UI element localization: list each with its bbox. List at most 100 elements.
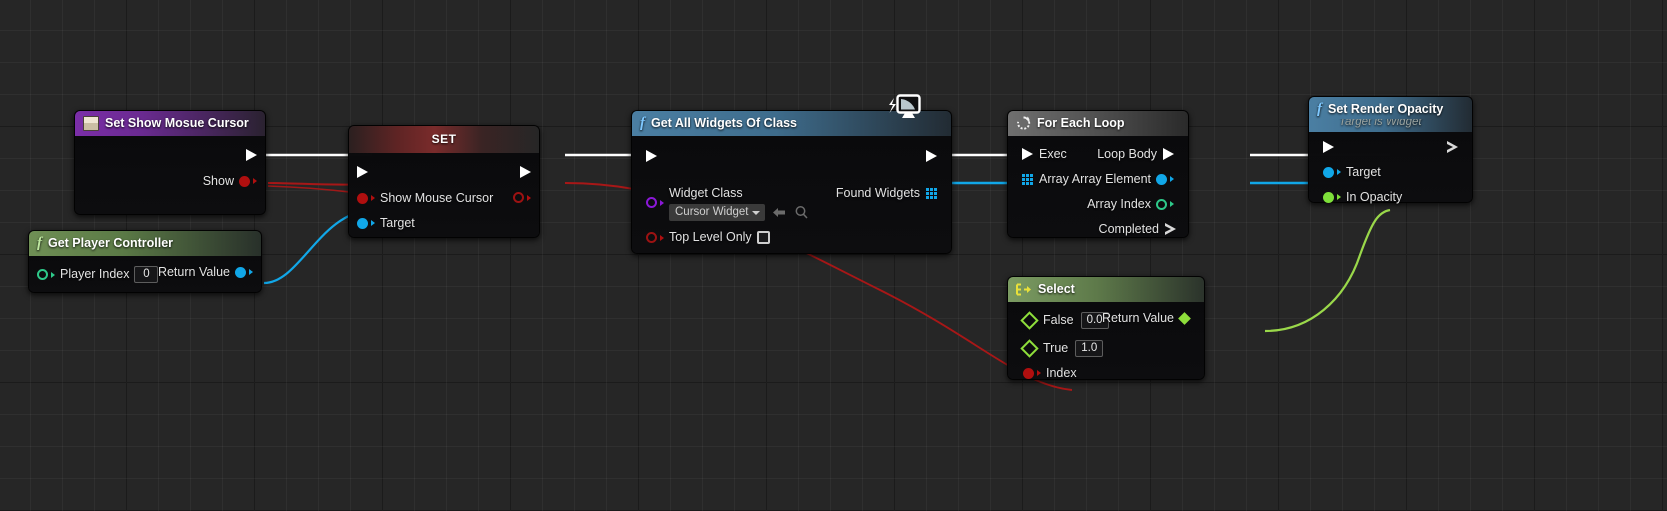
pin-return-value-out[interactable]: Return Value — [1101, 311, 1197, 325]
pin-label-target: Target — [380, 216, 415, 230]
pin-arrow-icon — [1337, 169, 1341, 176]
pin-false-in[interactable]: False 0.0 — [1015, 311, 1109, 330]
pin-true-in[interactable]: True 1.0 — [1015, 339, 1104, 358]
pin-exec-out[interactable] — [1445, 141, 1464, 154]
node-select[interactable]: Select False 0.0 True 1.0 Index Return V… — [1007, 276, 1205, 380]
pin-exec-out[interactable] — [520, 166, 539, 178]
blueprint-graph-canvas[interactable]: Set Show Mosue Cursor Show SET Show Mous… — [0, 0, 1667, 511]
object-pin-icon — [235, 266, 246, 278]
player-index-field[interactable]: 0 — [134, 266, 159, 283]
pin-index-in[interactable]: Index — [1015, 367, 1077, 380]
pin-target-in[interactable]: Target — [349, 217, 415, 230]
pin-bool-out[interactable] — [513, 192, 539, 203]
widget-class-value: Cursor Widget — [675, 205, 749, 218]
node-header: SET — [349, 126, 539, 153]
pin-label-array-element: Array Element — [1071, 172, 1151, 186]
bool-pin-icon — [646, 232, 657, 243]
node-get-all-widgets-of-class[interactable]: f Get All Widgets Of Class Widget Class … — [631, 94, 952, 254]
pin-label-array-index: Array Index — [1087, 197, 1151, 211]
bool-pin-icon — [513, 192, 524, 203]
pin-return-value-out[interactable]: Return Value — [158, 266, 261, 279]
node-header: For Each Loop — [1008, 111, 1188, 136]
object-pin-icon — [1323, 166, 1334, 178]
node-set-render-opacity[interactable]: f Set Render Opacity Target is Widget Ta… — [1308, 96, 1473, 203]
exec-in-icon — [357, 166, 368, 178]
node-header: f Set Render Opacity — [1309, 97, 1472, 119]
array-pin-icon — [926, 187, 937, 199]
pin-exec-out[interactable] — [926, 150, 945, 162]
pin-arrow-icon — [371, 220, 375, 227]
pin-loop-body-out[interactable]: Loop Body — [1097, 148, 1182, 161]
pin-top-level-only-in[interactable]: Top Level Only — [638, 231, 770, 244]
pin-completed-out[interactable]: Completed — [1099, 223, 1182, 236]
exec-in-icon — [646, 150, 657, 162]
node-header: f Get Player Controller — [29, 231, 261, 256]
node-header: Select — [1008, 277, 1204, 302]
float-pin-icon — [1178, 311, 1191, 325]
pin-arrow-icon — [1037, 370, 1041, 377]
object-pin-icon — [1156, 173, 1167, 185]
node-title: Select — [1038, 282, 1075, 296]
node-title: Set Show Mosue Cursor — [105, 116, 249, 130]
pin-label-array: Array — [1039, 172, 1069, 186]
widget-class-dropdown[interactable]: Cursor Widget — [669, 203, 765, 221]
loop-icon — [1017, 116, 1031, 130]
node-get-player-controller[interactable]: f Get Player Controller Player Index 0 R… — [28, 230, 262, 293]
pin-array-index-out[interactable]: Array Index — [1087, 198, 1182, 211]
function-icon: f — [1317, 100, 1322, 117]
pin-array-in[interactable]: Array — [1014, 173, 1069, 186]
chevron-down-icon — [751, 210, 760, 215]
pin-exec-in[interactable] — [638, 150, 657, 162]
array-pin-icon — [1022, 173, 1033, 185]
pin-label-completed: Completed — [1098, 222, 1159, 237]
int-pin-icon — [1156, 198, 1167, 210]
bool-pin-icon — [357, 192, 368, 204]
node-title: SET — [431, 132, 457, 146]
pin-found-widgets-out[interactable]: Found Widgets — [836, 187, 945, 200]
pin-label-player-index: Player Index — [60, 267, 130, 282]
node-set-show-mouse-cursor[interactable]: Set Show Mosue Cursor Show — [74, 110, 266, 215]
pin-label-exec: Exec — [1039, 147, 1067, 161]
pin-label-widget-class: Widget Class — [669, 186, 743, 200]
pin-label-in-opacity: In Opacity — [1346, 190, 1403, 204]
debug-monitor-badge[interactable] — [884, 94, 922, 127]
search-icon[interactable] — [794, 205, 809, 219]
variable-icon — [83, 115, 99, 131]
top-level-only-checkbox[interactable] — [756, 231, 770, 244]
pin-player-index-in[interactable]: Player Index 0 — [29, 266, 159, 283]
pin-array-element-out[interactable]: Array Element — [1072, 173, 1182, 186]
pin-show-out[interactable]: Show — [203, 175, 265, 188]
pin-show-mouse-cursor-in[interactable]: Show Mouse Cursor — [349, 192, 493, 205]
pin-in-opacity-in[interactable]: In Opacity — [1315, 191, 1402, 204]
select-icon — [1016, 283, 1031, 295]
pin-exec-out[interactable] — [246, 149, 265, 161]
node-for-each-loop[interactable]: For Each Loop Exec Array Loop Body Array… — [1007, 110, 1189, 238]
function-icon: f — [37, 234, 42, 251]
pin-label-target: Target — [1346, 165, 1381, 179]
pin-label-loop-body: Loop Body — [1097, 147, 1157, 161]
pin-target-in[interactable]: Target — [1315, 166, 1381, 179]
pin-exec-in[interactable] — [349, 166, 368, 178]
pin-exec-in[interactable]: Exec — [1014, 148, 1067, 161]
browse-back-arrow-icon[interactable] — [772, 206, 787, 219]
pin-label-found-widgets: Found Widgets — [835, 186, 920, 200]
exec-out-icon — [926, 150, 937, 162]
pin-exec-in[interactable] — [1315, 141, 1334, 153]
pin-arrow-icon — [1170, 176, 1174, 183]
pin-widget-class-in[interactable]: Widget Class Cursor Widget — [638, 187, 809, 221]
pin-label-show-mouse-cursor: Show Mouse Cursor — [380, 191, 494, 205]
bool-pin-icon — [239, 175, 250, 187]
true-value-field[interactable]: 1.0 — [1075, 340, 1104, 357]
exec-out-hollow-icon — [1445, 141, 1458, 154]
exec-out-hollow-icon — [1163, 223, 1176, 236]
pin-label-index: Index — [1046, 366, 1077, 380]
pin-label-return-value: Return Value — [1101, 311, 1174, 325]
exec-out-icon — [246, 149, 257, 161]
node-set[interactable]: SET Show Mouse Cursor Target — [348, 125, 540, 238]
pin-label-return-value: Return Value — [157, 265, 230, 279]
exec-out-icon — [520, 166, 531, 178]
float-pin-icon — [1323, 191, 1334, 203]
bool-pin-icon — [1023, 367, 1034, 379]
object-pin-icon — [357, 217, 368, 229]
node-header: Set Show Mosue Cursor — [75, 111, 265, 136]
